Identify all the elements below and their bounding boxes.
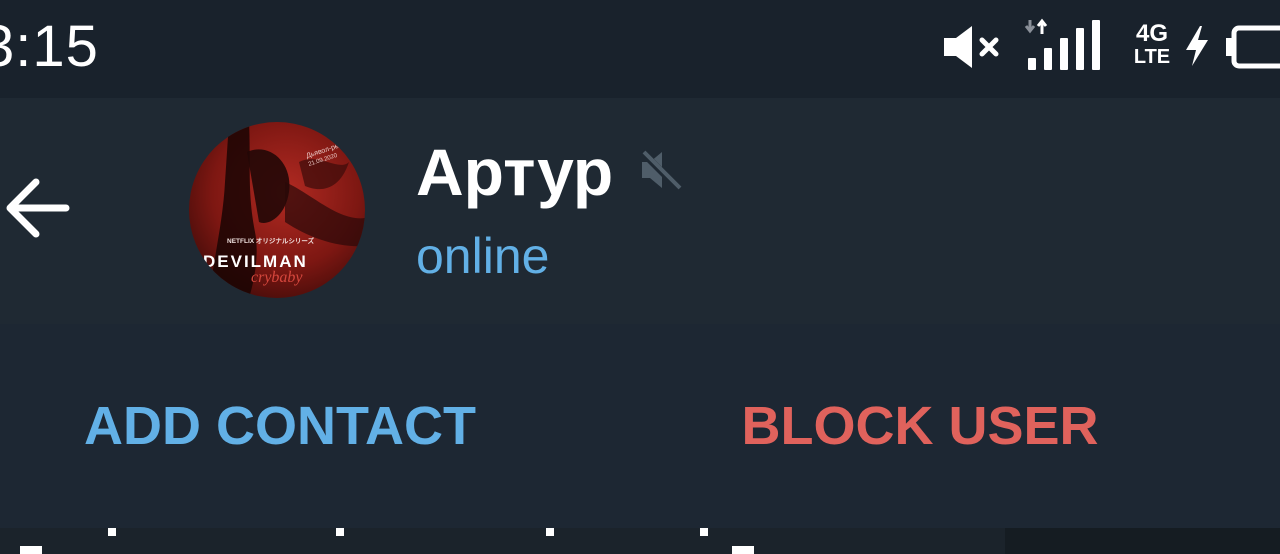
back-button[interactable] xyxy=(0,168,80,248)
signal-icon xyxy=(1024,18,1100,70)
volume-muted-icon xyxy=(944,26,999,68)
action-bar: ADD CONTACT BLOCK USER xyxy=(0,324,1280,528)
status-bar: 3:15 4G LTE xyxy=(0,0,1280,98)
network-type: 4G xyxy=(1135,20,1168,47)
text-fragment xyxy=(700,528,708,536)
block-user-button[interactable]: BLOCK USER xyxy=(640,324,1200,528)
text-fragment xyxy=(732,546,754,554)
user-status: online xyxy=(416,228,550,284)
avatar-image: Дьявол-рева 21.09.2020 NETFLIX オリジナルシリーズ… xyxy=(189,122,365,298)
muted-speaker-icon xyxy=(639,149,682,191)
charging-icon xyxy=(1186,26,1208,66)
text-fragment xyxy=(336,528,344,536)
back-arrow-icon xyxy=(6,178,70,238)
status-time: 3:15 xyxy=(0,14,99,79)
text-fragment xyxy=(20,546,42,554)
side-panel-edge xyxy=(1005,528,1280,554)
avatar-small-text: NETFLIX オリジナルシリーズ xyxy=(227,236,315,245)
text-fragment xyxy=(108,528,116,536)
network-4g-lte-icon: 4G LTE xyxy=(1132,20,1172,69)
text-fragment xyxy=(546,528,554,536)
status-icons: 4G LTE xyxy=(920,18,1280,78)
user-name: Артур xyxy=(416,135,614,209)
add-contact-button[interactable]: ADD CONTACT xyxy=(0,324,560,528)
message-area-edge xyxy=(0,528,1280,554)
battery-icon xyxy=(1226,25,1280,69)
avatar-logo-subtext: crybaby xyxy=(251,269,303,286)
network-sub: LTE xyxy=(1133,46,1171,68)
avatar[interactable]: Дьявол-рева 21.09.2020 NETFLIX オリジナルシリーズ… xyxy=(189,122,365,298)
